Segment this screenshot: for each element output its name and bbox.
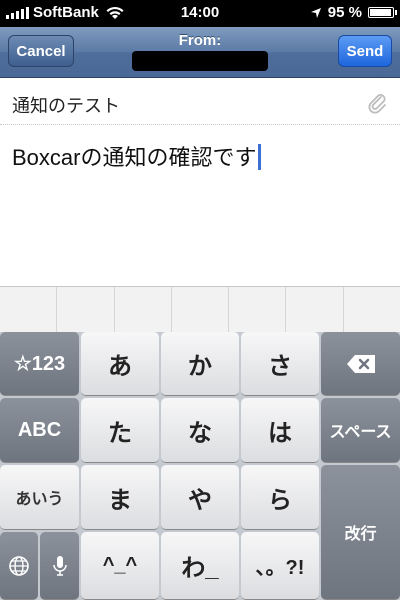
candidate-slot[interactable] [172,287,230,332]
from-address-redacted [132,51,268,71]
num-symbol-key[interactable]: ☆123 [0,332,79,396]
message-body-text: Boxcarの通知の確認です [12,145,257,170]
return-key[interactable]: 改行 [321,465,400,600]
kana-mode-key[interactable]: あいう [0,465,79,530]
delete-key[interactable] [321,332,400,396]
flick-keyboard: ☆123 あ か さ ABC た な は スペース あいう ま や ら 改行 ^… [0,332,400,600]
send-button[interactable]: Send [338,35,392,67]
candidate-slot[interactable] [286,287,344,332]
key-a[interactable]: あ [81,332,159,396]
candidate-bar[interactable] [0,286,400,332]
battery-fill [370,9,391,16]
message-body[interactable]: Boxcarの通知の確認です [12,140,262,172]
candidate-slot[interactable] [115,287,172,332]
candidate-slot[interactable] [57,287,115,332]
space-key[interactable]: スペース [321,398,400,463]
key-ra[interactable]: ら [241,465,319,530]
abc-key[interactable]: ABC [0,398,79,463]
paperclip-icon[interactable] [366,92,388,114]
key-ka[interactable]: か [161,332,239,396]
key-ya[interactable]: や [161,465,239,530]
candidate-slot[interactable] [344,287,400,332]
candidate-slot[interactable] [0,287,58,332]
globe-key[interactable] [0,532,38,600]
dakuten-key[interactable]: ^_^ [81,532,159,600]
key-sa[interactable]: さ [241,332,319,396]
battery-icon [368,7,397,18]
globe-icon [9,555,29,576]
battery-percent: 95 % [327,4,362,21]
microphone-icon [52,555,67,576]
backspace-icon [346,354,375,373]
dictation-key[interactable] [40,532,79,600]
text-cursor [258,144,262,170]
compose-nav-bar: Cancel From: Send [0,27,400,78]
subject-text: 通知のテスト [12,96,120,116]
key-ha[interactable]: は [241,398,319,463]
status-bar: SoftBank 14:00 95 % [0,0,400,27]
status-right: 95 % [310,4,397,21]
punctuation-key[interactable]: 、。?! [241,532,319,600]
key-wa[interactable]: わ_ [161,532,239,600]
key-na[interactable]: な [161,398,239,463]
subject-field[interactable]: 通知のテスト [0,78,400,125]
key-ma[interactable]: ま [81,465,159,530]
compose-area: 通知のテスト Boxcarの通知の確認です [0,78,400,286]
key-ta[interactable]: た [81,398,159,463]
location-arrow-icon [310,7,321,18]
candidate-slot[interactable] [229,287,287,332]
